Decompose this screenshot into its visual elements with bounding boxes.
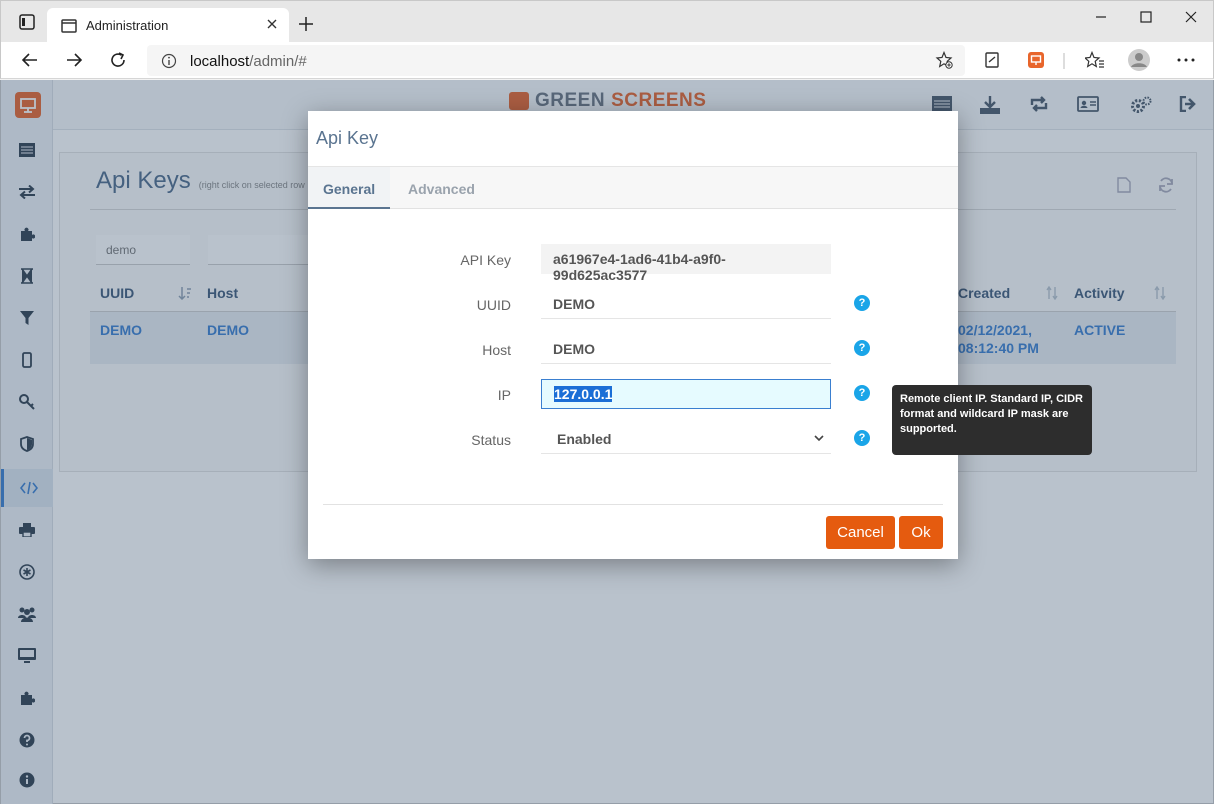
tab-general[interactable]: General (308, 167, 391, 209)
maximize-icon[interactable] (1136, 9, 1156, 25)
api-key-dialog: Api Key General Advanced API Key a61967e… (308, 111, 958, 559)
chevron-down-icon (813, 433, 825, 443)
ip-help-tooltip: Remote client IP. Standard IP, CIDR form… (892, 385, 1092, 455)
dialog-footer-divider (323, 504, 943, 505)
cancel-button[interactable]: Cancel (826, 516, 895, 549)
refresh-icon[interactable] (109, 51, 127, 69)
close-window-icon[interactable] (1181, 9, 1201, 25)
browser-tab-strip: Administration (0, 0, 1214, 43)
tab-title: Administration (86, 18, 169, 33)
host-field[interactable]: DEMO (541, 334, 831, 364)
extension-pdf-icon[interactable] (983, 51, 1001, 69)
status-label: Status (471, 432, 511, 448)
browser-toolbar: localhost/admin/# (0, 42, 1214, 79)
forward-icon[interactable] (65, 51, 83, 69)
url-text: localhost/admin/# (190, 53, 307, 70)
dialog-header: Api Key (308, 111, 958, 167)
profile-avatar-icon[interactable] (1127, 48, 1151, 72)
greenscreens-extension-icon[interactable] (1027, 51, 1045, 69)
ip-label: IP (497, 387, 511, 403)
uuid-help-icon[interactable]: ? (854, 295, 870, 311)
page-favicon-icon (61, 18, 77, 34)
ip-help-icon[interactable]: ? (854, 385, 870, 401)
url-host: localhost (190, 53, 250, 70)
ip-field[interactable]: 127.0.0.1 (541, 379, 831, 409)
address-bar[interactable]: localhost/admin/# (147, 45, 965, 76)
browser-tab-administration[interactable]: Administration (47, 8, 289, 43)
status-select[interactable]: Enabled (541, 424, 831, 454)
status-selected-value: Enabled (557, 431, 612, 447)
dialog-tabs: General Advanced (308, 167, 958, 209)
tab-actions-icon[interactable] (18, 13, 36, 31)
tab-advanced[interactable]: Advanced (393, 167, 490, 209)
ip-field-selected-text: 127.0.0.1 (554, 386, 613, 402)
add-favorite-icon[interactable] (935, 51, 953, 69)
site-info-icon[interactable] (161, 53, 177, 69)
host-help-icon[interactable]: ? (854, 340, 870, 356)
status-help-icon[interactable]: ? (854, 430, 870, 446)
minimize-icon[interactable] (1091, 9, 1111, 25)
host-label: Host (482, 342, 511, 358)
back-icon[interactable] (21, 51, 39, 69)
toolbar-divider (1063, 53, 1065, 69)
api-key-label: API Key (460, 252, 511, 268)
dialog-title: Api Key (316, 128, 379, 148)
more-options-icon[interactable] (1177, 58, 1195, 62)
uuid-field[interactable]: DEMO (541, 289, 831, 319)
close-tab-icon[interactable] (265, 17, 279, 31)
uuid-label: UUID (476, 297, 511, 313)
new-tab-icon[interactable] (298, 16, 314, 32)
ok-button[interactable]: Ok (899, 516, 943, 549)
url-path: /admin/# (249, 53, 307, 70)
api-key-field: a61967e4-1ad6-41b4-a9f0-99d625ac3577 (541, 244, 831, 283)
favorites-icon[interactable] (1085, 51, 1105, 69)
